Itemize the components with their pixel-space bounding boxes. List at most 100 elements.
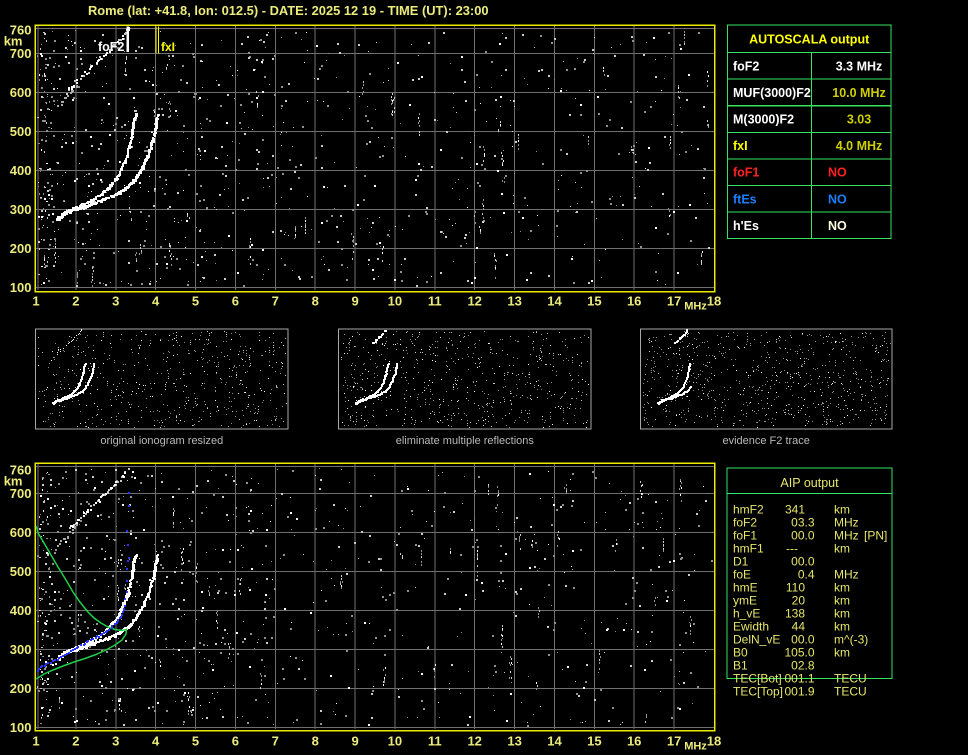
svg-text:---: --- xyxy=(786,542,798,556)
svg-text:hmE: hmE xyxy=(733,581,758,595)
svg-text:700: 700 xyxy=(10,46,32,61)
svg-text:100: 100 xyxy=(10,720,32,735)
svg-text:20: 20 xyxy=(792,594,806,608)
svg-text:TEC[Top]: TEC[Top] xyxy=(733,685,783,699)
svg-text:600: 600 xyxy=(10,85,32,100)
svg-text:km: km xyxy=(834,594,850,608)
svg-text:6: 6 xyxy=(232,294,239,309)
svg-text:6: 6 xyxy=(232,734,239,749)
svg-text:001.9: 001.9 xyxy=(784,685,814,699)
svg-text:foE: foE xyxy=(733,568,751,582)
svg-text:original ionogram resized: original ionogram resized xyxy=(100,435,223,447)
svg-text:8: 8 xyxy=(312,294,319,309)
svg-text:0.4: 0.4 xyxy=(798,568,815,582)
svg-text:500: 500 xyxy=(10,564,32,579)
svg-text:11: 11 xyxy=(428,734,442,749)
svg-text:00.0: 00.0 xyxy=(791,529,815,543)
svg-text:Rome (lat: +41.8, lon: 012.5): Rome (lat: +41.8, lon: 012.5) - DATE: 20… xyxy=(88,3,489,18)
svg-text:18: 18 xyxy=(707,294,721,309)
svg-text:7: 7 xyxy=(272,294,279,309)
svg-text:ymE: ymE xyxy=(733,594,757,608)
svg-text:MHz: MHz xyxy=(684,301,707,313)
svg-text:8: 8 xyxy=(312,734,319,749)
svg-text:km: km xyxy=(834,646,850,660)
svg-text:1: 1 xyxy=(32,734,39,749)
svg-text:15: 15 xyxy=(587,734,601,749)
svg-text:hmF1: hmF1 xyxy=(733,542,764,556)
svg-text:TECU: TECU xyxy=(834,672,867,686)
svg-text:200: 200 xyxy=(10,241,32,256)
svg-text:400: 400 xyxy=(10,603,32,618)
svg-text:m^(-3): m^(-3) xyxy=(834,633,868,647)
svg-text:17: 17 xyxy=(667,734,681,749)
svg-text:300: 300 xyxy=(10,202,32,217)
svg-text:ftEs: ftEs xyxy=(733,192,757,206)
svg-text:14: 14 xyxy=(547,734,562,749)
svg-text:B1: B1 xyxy=(733,659,748,673)
svg-text:foF2: foF2 xyxy=(733,59,759,73)
svg-text:02.8: 02.8 xyxy=(791,659,815,673)
svg-text:h'Es: h'Es xyxy=(733,219,759,233)
svg-text:foF2: foF2 xyxy=(733,516,757,530)
svg-text:105.0: 105.0 xyxy=(784,646,814,660)
svg-text:fxI: fxI xyxy=(161,40,175,54)
svg-text:300: 300 xyxy=(10,642,32,657)
svg-text:18: 18 xyxy=(707,734,721,749)
svg-text:11: 11 xyxy=(428,294,442,309)
svg-text:03.3: 03.3 xyxy=(791,516,815,530)
svg-text:700: 700 xyxy=(10,486,32,501)
svg-text:NO: NO xyxy=(828,166,847,180)
svg-text:13: 13 xyxy=(507,294,521,309)
svg-text:D1: D1 xyxy=(733,555,749,569)
svg-text:3.3 MHz: 3.3 MHz xyxy=(836,59,883,73)
svg-text:7: 7 xyxy=(272,734,279,749)
svg-text:44: 44 xyxy=(792,620,806,634)
svg-text:eliminate multiple reflections: eliminate multiple reflections xyxy=(396,435,535,447)
svg-text:evidence F2 trace: evidence F2 trace xyxy=(722,435,809,447)
svg-text:9: 9 xyxy=(351,734,358,749)
svg-text:600: 600 xyxy=(10,525,32,540)
svg-text:4: 4 xyxy=(152,294,160,309)
svg-text:MHz: MHz xyxy=(834,516,859,530)
svg-text:km: km xyxy=(834,542,850,556)
svg-text:3: 3 xyxy=(112,294,119,309)
svg-text:110: 110 xyxy=(786,581,805,595)
svg-text:341: 341 xyxy=(785,503,805,517)
svg-text:9: 9 xyxy=(351,294,358,309)
svg-text:TECU: TECU xyxy=(834,685,867,699)
svg-text:B0: B0 xyxy=(733,646,748,660)
svg-text:foF2: foF2 xyxy=(98,40,124,54)
svg-text:2: 2 xyxy=(72,734,79,749)
svg-text:400: 400 xyxy=(10,163,32,178)
svg-text:16: 16 xyxy=(627,294,641,309)
svg-text:14: 14 xyxy=(547,294,562,309)
svg-text:NO: NO xyxy=(828,192,847,206)
svg-text:MHz: MHz xyxy=(684,741,707,753)
svg-text:4.0 MHz: 4.0 MHz xyxy=(836,139,883,153)
svg-text:200: 200 xyxy=(10,681,32,696)
svg-text:1: 1 xyxy=(32,294,39,309)
svg-text:500: 500 xyxy=(10,124,32,139)
svg-text:16: 16 xyxy=(627,734,641,749)
svg-text:MHz: MHz xyxy=(834,529,859,543)
svg-text:MUF(3000)F2: MUF(3000)F2 xyxy=(733,86,811,100)
svg-text:5: 5 xyxy=(192,294,199,309)
svg-text:km: km xyxy=(834,620,850,634)
svg-text:[PN]: [PN] xyxy=(864,529,887,543)
svg-text:4: 4 xyxy=(152,734,160,749)
svg-text:12: 12 xyxy=(467,734,481,749)
svg-text:MHz: MHz xyxy=(834,568,859,582)
svg-text:Ewidth: Ewidth xyxy=(733,620,769,634)
svg-text:M(3000)F2: M(3000)F2 xyxy=(733,113,794,127)
svg-text:5: 5 xyxy=(192,734,199,749)
svg-text:00.0: 00.0 xyxy=(791,555,815,569)
svg-text:AUTOSCALA output: AUTOSCALA output xyxy=(749,33,870,47)
svg-text:km: km xyxy=(834,503,850,517)
svg-text:15: 15 xyxy=(587,294,601,309)
svg-text:17: 17 xyxy=(667,294,681,309)
svg-text:2: 2 xyxy=(72,294,79,309)
svg-text:10.0 MHz: 10.0 MHz xyxy=(832,86,886,100)
svg-text:138: 138 xyxy=(785,607,805,621)
svg-text:foF1: foF1 xyxy=(733,529,757,543)
svg-text:12: 12 xyxy=(467,294,481,309)
